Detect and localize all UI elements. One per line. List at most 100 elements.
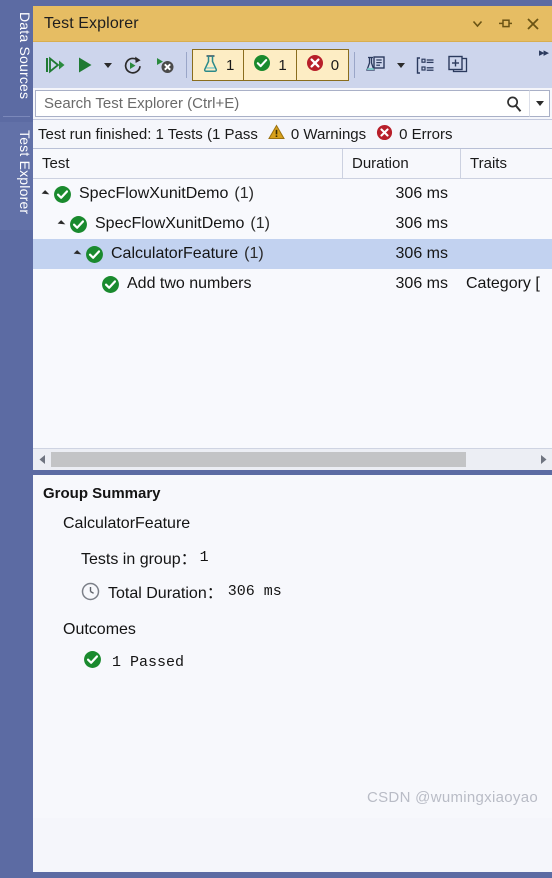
cell-duration: 306 ms — [395, 275, 448, 292]
counter-passed-tests[interactable]: 1 — [244, 49, 297, 81]
group-by-button[interactable] — [410, 48, 441, 82]
run-all-tests-button[interactable] — [39, 48, 71, 82]
test-count-label: (1) — [234, 185, 254, 202]
total-duration-row: Total Duration： 306 ms — [33, 579, 552, 603]
warnings-count-label: 0 Warnings — [290, 125, 367, 143]
counter-value: 1 — [226, 56, 235, 74]
clock-icon — [81, 582, 100, 601]
table-row[interactable]: Add two numbers 306 ms Category [ — [33, 269, 552, 299]
check-circle-icon — [101, 275, 120, 294]
summary-heading: Group Summary — [43, 485, 161, 502]
test-grid-header: Test Duration Traits — [33, 149, 552, 179]
counter-failed-tests[interactable]: 0 — [296, 49, 350, 81]
test-explorer-toolbar: 1 1 0 ▸▸ — [33, 42, 552, 88]
total-duration-value: 306 ms — [227, 582, 282, 600]
tests-in-group-value: 1 — [199, 548, 209, 566]
panel-title-bar: Test Explorer — [33, 6, 552, 42]
magnifier-icon[interactable] — [505, 95, 523, 113]
scrollbar-track[interactable] — [51, 450, 534, 469]
vertical-tab-strip: Data Sources Test Explorer — [0, 0, 33, 878]
horizontal-scrollbar[interactable] — [33, 448, 552, 470]
test-grid-body: SpecFlowXunitDemo (1) 306 ms SpecFlowXunitD… — [33, 179, 552, 448]
window-dropdown-icon[interactable] — [464, 11, 490, 37]
test-run-status-bar: Test run finished: 1 Tests (1 Pass 0 War… — [33, 120, 552, 149]
scroll-left-arrow-icon[interactable] — [33, 450, 51, 469]
search-row — [33, 88, 552, 120]
column-header-traits[interactable]: Traits — [461, 149, 552, 178]
show-test-output-button[interactable] — [441, 48, 474, 82]
check-circle-icon — [53, 185, 72, 204]
warning-triangle-icon — [267, 124, 285, 144]
repeat-last-run-button[interactable] — [117, 48, 149, 82]
counter-value: 1 — [278, 56, 287, 74]
error-circle-icon — [306, 54, 324, 76]
summary-group-name: CalculatorFeature — [63, 515, 191, 532]
total-duration-label: Total Duration： — [108, 585, 223, 602]
toolbar-divider — [186, 52, 187, 78]
column-header-label: Traits — [470, 155, 507, 172]
close-icon[interactable] — [520, 11, 546, 37]
cell-duration: 306 ms — [395, 185, 448, 202]
table-row[interactable]: SpecFlowXunitDemo (1) 306 ms — [33, 179, 552, 209]
flask-icon — [202, 54, 219, 77]
test-explorer-window-root: Data Sources Test Explorer Test Explorer — [0, 0, 552, 878]
expander-triangle-icon[interactable] — [57, 220, 66, 228]
test-settings-button[interactable] — [360, 48, 392, 82]
column-header-label: Test — [42, 155, 70, 172]
test-name-label: SpecFlowXunitDemo — [79, 185, 229, 202]
tests-in-group-label: Tests in group： — [81, 551, 197, 568]
sidebar-item-label: Test Explorer — [17, 130, 33, 215]
cell-duration: 306 ms — [395, 245, 448, 262]
counter-total-tests[interactable]: 1 — [192, 49, 245, 81]
title-bar-buttons — [464, 11, 552, 37]
test-count-label: (1) — [244, 245, 264, 262]
table-row[interactable]: CalculatorFeature (1) 306 ms — [33, 239, 552, 269]
column-header-test[interactable]: Test — [33, 149, 343, 178]
outcomes-heading: Outcomes — [63, 621, 136, 638]
table-row[interactable]: SpecFlowXunitDemo (1) 306 ms — [33, 209, 552, 239]
outcome-row: 1 Passed — [33, 650, 552, 674]
watermark: CSDN @wumingxiaoyao — [367, 789, 538, 806]
scroll-right-arrow-icon[interactable] — [534, 450, 552, 469]
errors-status[interactable]: 0 Errors — [376, 124, 453, 145]
sidebar-item-label: Data Sources — [17, 12, 33, 100]
test-counters: 1 1 0 — [192, 48, 350, 82]
expander-triangle-icon[interactable] — [73, 250, 82, 258]
test-count-label: (1) — [250, 215, 270, 232]
test-name-label: SpecFlowXunitDemo — [95, 215, 245, 232]
cell-duration: 306 ms — [395, 215, 448, 232]
check-circle-icon — [69, 215, 88, 234]
page-title: Test Explorer — [44, 14, 139, 32]
pin-icon[interactable] — [492, 11, 518, 37]
check-circle-icon — [253, 54, 271, 76]
search-dropdown-icon[interactable] — [529, 90, 550, 117]
test-explorer-panel: Test Explorer 1 1 0 ▸▸ Search Test Explo… — [33, 6, 552, 872]
cell-test: SpecFlowXunitDemo (1) — [33, 215, 343, 234]
warnings-status[interactable]: 0 Warnings — [267, 124, 367, 144]
stop-test-run-button[interactable] — [149, 48, 181, 82]
test-name-label: CalculatorFeature — [111, 245, 239, 262]
test-name-label: Add two numbers — [127, 275, 252, 292]
test-run-status-text: Test run finished: 1 Tests (1 Pass — [38, 125, 258, 143]
sidebar-item-test-explorer[interactable]: Test Explorer — [0, 122, 33, 230]
test-settings-dropdown-icon[interactable] — [392, 48, 410, 82]
tests-in-group-row: Tests in group： 1 — [33, 545, 552, 569]
check-circle-icon — [85, 245, 104, 264]
search-box[interactable] — [35, 90, 529, 117]
toolbar-divider — [354, 52, 356, 78]
check-circle-icon — [83, 650, 102, 674]
cell-test: SpecFlowXunitDemo (1) — [33, 185, 343, 204]
outcome-text: 1 Passed — [112, 653, 185, 671]
run-button[interactable] — [71, 48, 99, 82]
group-summary-panel: Group Summary CalculatorFeature Tests in… — [33, 475, 552, 818]
error-circle-icon — [376, 124, 393, 145]
toolbar-overflow-icon[interactable]: ▸▸ — [539, 46, 549, 59]
column-header-duration[interactable]: Duration — [343, 149, 461, 178]
expander-triangle-icon[interactable] — [41, 190, 50, 198]
search-input[interactable] — [42, 94, 505, 113]
scrollbar-thumb[interactable] — [51, 452, 466, 467]
run-dropdown-icon[interactable] — [99, 48, 117, 82]
sidebar-item-data-sources[interactable]: Data Sources — [0, 4, 33, 112]
cell-test: CalculatorFeature (1) — [33, 245, 343, 264]
column-header-label: Duration — [352, 155, 409, 172]
